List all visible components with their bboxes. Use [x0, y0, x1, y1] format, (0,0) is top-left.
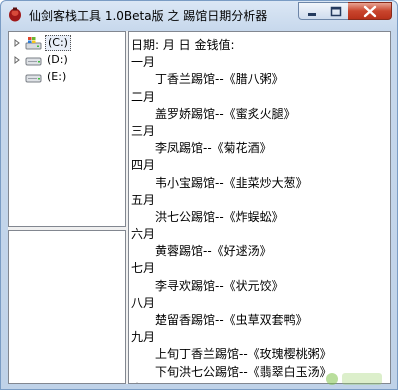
drive-item-e[interactable]: (E:) — [13, 68, 68, 85]
result-entry: 李凤踢馆--《菊花酒》 — [155, 141, 272, 156]
result-lines: 日期: 月 日 金钱值: 一月丁香兰踢馆--《腊八粥》二月盖罗娇踢馆--《蜜炙火… — [131, 37, 332, 383]
result-entry: 丁香兰踢馆--《腊八粥》 — [155, 72, 284, 87]
expand-arrow-icon[interactable] — [13, 55, 21, 64]
hard-drive-icon — [25, 57, 42, 65]
drive-label[interactable]: (C:) — [45, 34, 71, 51]
drive-label[interactable]: (D:) — [45, 53, 70, 67]
result-entry: 韦小宝踢馆--《韭菜炒大葱》 — [155, 175, 308, 190]
maximize-icon — [330, 6, 342, 17]
result-entry: 盖罗娇踢馆--《蜜炙火腿》 — [155, 106, 296, 121]
month-heading: 二月 — [131, 89, 156, 104]
month-heading: 四月 — [131, 158, 156, 173]
month-heading: 五月 — [131, 192, 156, 207]
month-heading: 九月 — [131, 330, 156, 345]
result-entry: 下旬洪七公踢馆--《翡翠白玉汤》 — [155, 364, 332, 379]
result-header: 日期: 月 日 金钱值: — [131, 38, 235, 52]
result-entry: 李寻欢踢馆--《状元饺》 — [155, 278, 284, 293]
watermark-logo — [326, 373, 382, 385]
close-button[interactable] — [348, 2, 392, 20]
month-heading: 八月 — [131, 295, 156, 310]
result-entry: 楚留香踢馆--《虫草双套鸭》 — [155, 313, 308, 327]
expand-arrow-icon[interactable] — [13, 38, 21, 47]
result-entry: 上旬丁香兰踢馆--《玫瑰樱桃粥》 — [155, 347, 332, 362]
drive-tree[interactable]: (C:) (D:) (E:) — [8, 31, 126, 227]
result-entry: 黄蓉踢馆--《好逑汤》 — [155, 244, 272, 259]
month-heading: 十月 — [131, 381, 332, 383]
drive-label[interactable]: (E:) — [45, 70, 68, 84]
month-heading: 六月 — [131, 227, 156, 242]
windows-drive-icon — [25, 36, 42, 49]
client-area: (C:) (D:) (E:) 日期: 月 日 金钱值: 一月 丁香兰踢馆--《腊… — [8, 31, 391, 385]
minimize-button[interactable] — [298, 2, 324, 20]
file-list[interactable] — [8, 230, 126, 384]
drive-item-d[interactable]: (D:) — [13, 51, 70, 68]
minimize-icon — [308, 13, 316, 16]
result-entry: 洪七公踢馆--《炸蜈蚣》 — [155, 209, 284, 224]
result-textbox[interactable]: 日期: 月 日 金钱值: 一月丁香兰踢馆--《腊八粥》二月盖罗娇踢馆--《蜜炙火… — [128, 31, 391, 384]
drive-item-c[interactable]: (C:) — [13, 34, 71, 51]
month-heading: 七月 — [131, 261, 156, 276]
maximize-button[interactable] — [323, 2, 349, 20]
title-bar[interactable]: 仙剑客栈工具 1.0Beta版 之 踢馆日期分析器 — [1, 1, 397, 29]
month-heading: 三月 — [131, 123, 156, 138]
window-title: 仙剑客栈工具 1.0Beta版 之 踢馆日期分析器 — [29, 9, 268, 23]
close-icon — [363, 5, 377, 18]
hard-drive-icon — [25, 74, 42, 82]
month-heading: 一月 — [131, 55, 156, 70]
app-icon — [9, 7, 21, 22]
app-window: 仙剑客栈工具 1.0Beta版 之 踢馆日期分析器 (C:) (D:) (E:)… — [0, 0, 398, 390]
